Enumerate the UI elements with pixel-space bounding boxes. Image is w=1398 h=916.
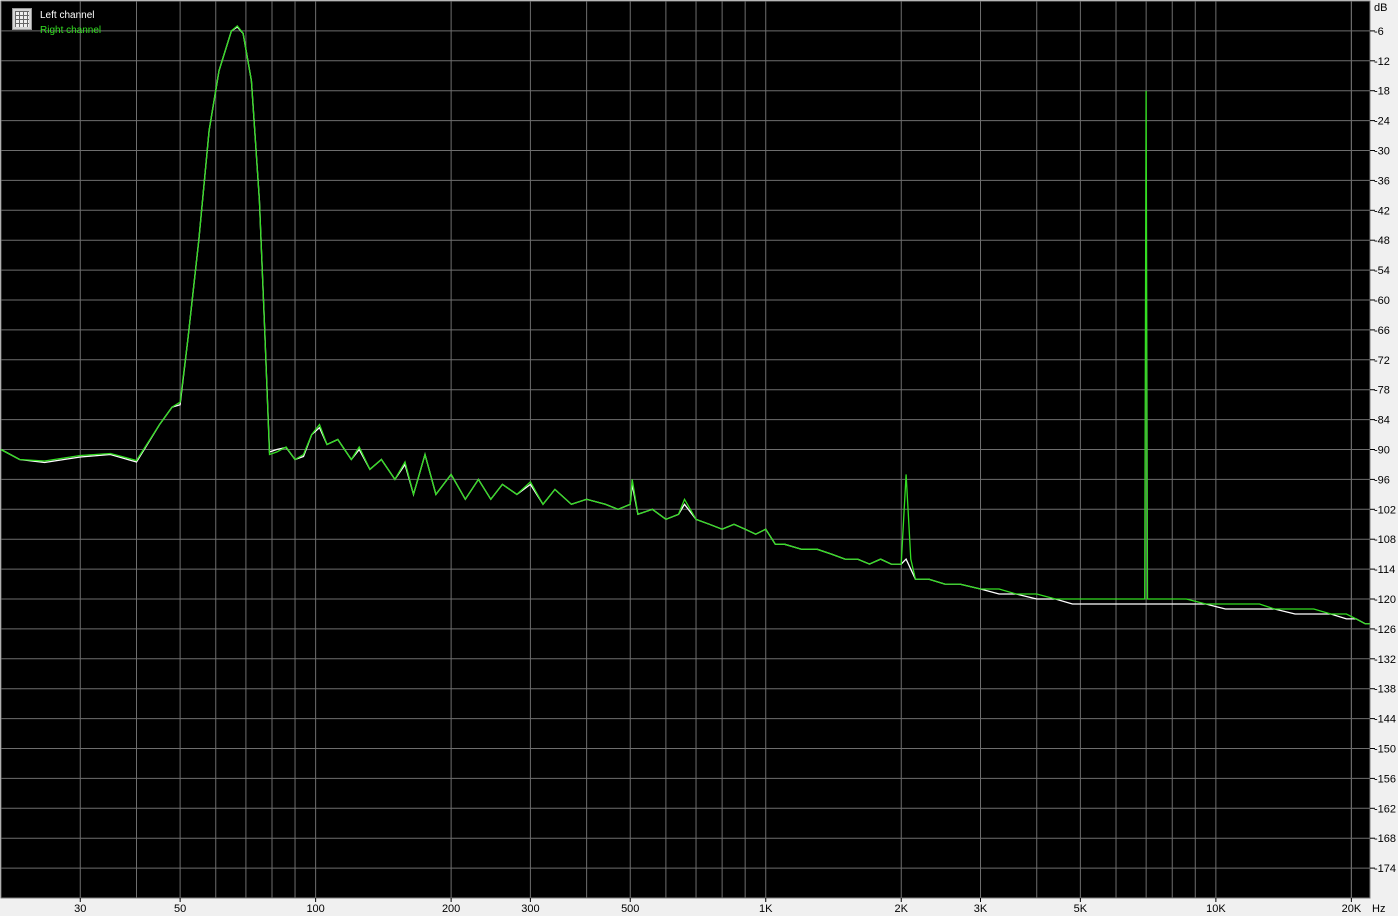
y-tick-label: -144 — [1374, 714, 1396, 726]
y-tick-label: -60 — [1374, 295, 1390, 307]
spectrum-chart[interactable]: -6 -12 -18 -24 -30 -36 -42 -48 -54 -60 -66 -72 -78 -8… — [0, 0, 1398, 916]
x-tick-label: 100 — [306, 903, 324, 915]
y-tick-label: -138 — [1374, 684, 1396, 696]
y-tick-label: -6 — [1374, 26, 1384, 38]
x-tick-label: 3K — [974, 903, 988, 915]
y-tick-label: -36 — [1374, 175, 1390, 187]
y-tick-label: -54 — [1374, 265, 1390, 277]
y-unit-label: dB — [1374, 2, 1387, 14]
x-tick-label: 2K — [895, 903, 909, 915]
y-tick-label: -102 — [1374, 504, 1396, 516]
x-tick-label: 10K — [1206, 903, 1226, 915]
x-tick-label: 30 — [74, 903, 86, 915]
y-tick-label: -12 — [1374, 56, 1390, 68]
y-tick-label: -162 — [1374, 803, 1396, 815]
legend-labels: Left channel Right channel — [40, 8, 101, 38]
x-tick-label: 1K — [759, 903, 773, 915]
y-tick-label: -18 — [1374, 86, 1390, 98]
y-tick-label: -96 — [1374, 474, 1390, 486]
y-tick-label: -30 — [1374, 146, 1390, 158]
y-tick-label: -24 — [1374, 116, 1390, 128]
y-tick-label: -156 — [1374, 773, 1396, 785]
legend-left-channel[interactable]: Left channel — [40, 8, 101, 23]
spectrum-analyzer-window: -6 -12 -18 -24 -30 -36 -42 -48 -54 -60 -66 -72 -78 -8… — [0, 0, 1398, 916]
y-tick-label: -150 — [1374, 744, 1396, 756]
x-tick-label: 50 — [174, 903, 186, 915]
x-tick-label: 20K — [1342, 903, 1362, 915]
y-axis: -6 -12 -18 -24 -30 -36 -42 -48 -54 -60 -66 -72 -78 -8… — [1370, 26, 1396, 875]
legend-grid-icon[interactable] — [12, 8, 32, 30]
y-tick-label: -78 — [1374, 385, 1390, 397]
y-tick-label: -114 — [1374, 564, 1395, 576]
y-tick-label: -126 — [1374, 624, 1396, 636]
x-tick-label: 5K — [1074, 903, 1088, 915]
y-tick-label: -84 — [1374, 415, 1390, 427]
y-tick-label: -132 — [1374, 654, 1396, 666]
y-tick-label: -174 — [1374, 863, 1396, 875]
x-tick-label: 500 — [621, 903, 639, 915]
y-tick-label: -66 — [1374, 325, 1390, 337]
legend: Left channel Right channel — [12, 8, 101, 38]
y-tick-label: -168 — [1374, 833, 1396, 845]
x-axis: 30 50 100 200 300 500 1K 2K 3K 5K 10K 20K — [74, 898, 1362, 915]
y-tick-label: -108 — [1374, 534, 1396, 546]
y-tick-label: -42 — [1374, 205, 1390, 217]
y-tick-label: -90 — [1374, 445, 1390, 457]
y-tick-label: -72 — [1374, 355, 1390, 367]
y-tick-label: -48 — [1374, 235, 1390, 247]
x-tick-label: 300 — [521, 903, 539, 915]
legend-right-channel[interactable]: Right channel — [40, 23, 101, 38]
x-unit-label: Hz — [1372, 903, 1385, 915]
x-tick-label: 200 — [442, 903, 460, 915]
y-tick-label: -120 — [1374, 594, 1396, 606]
